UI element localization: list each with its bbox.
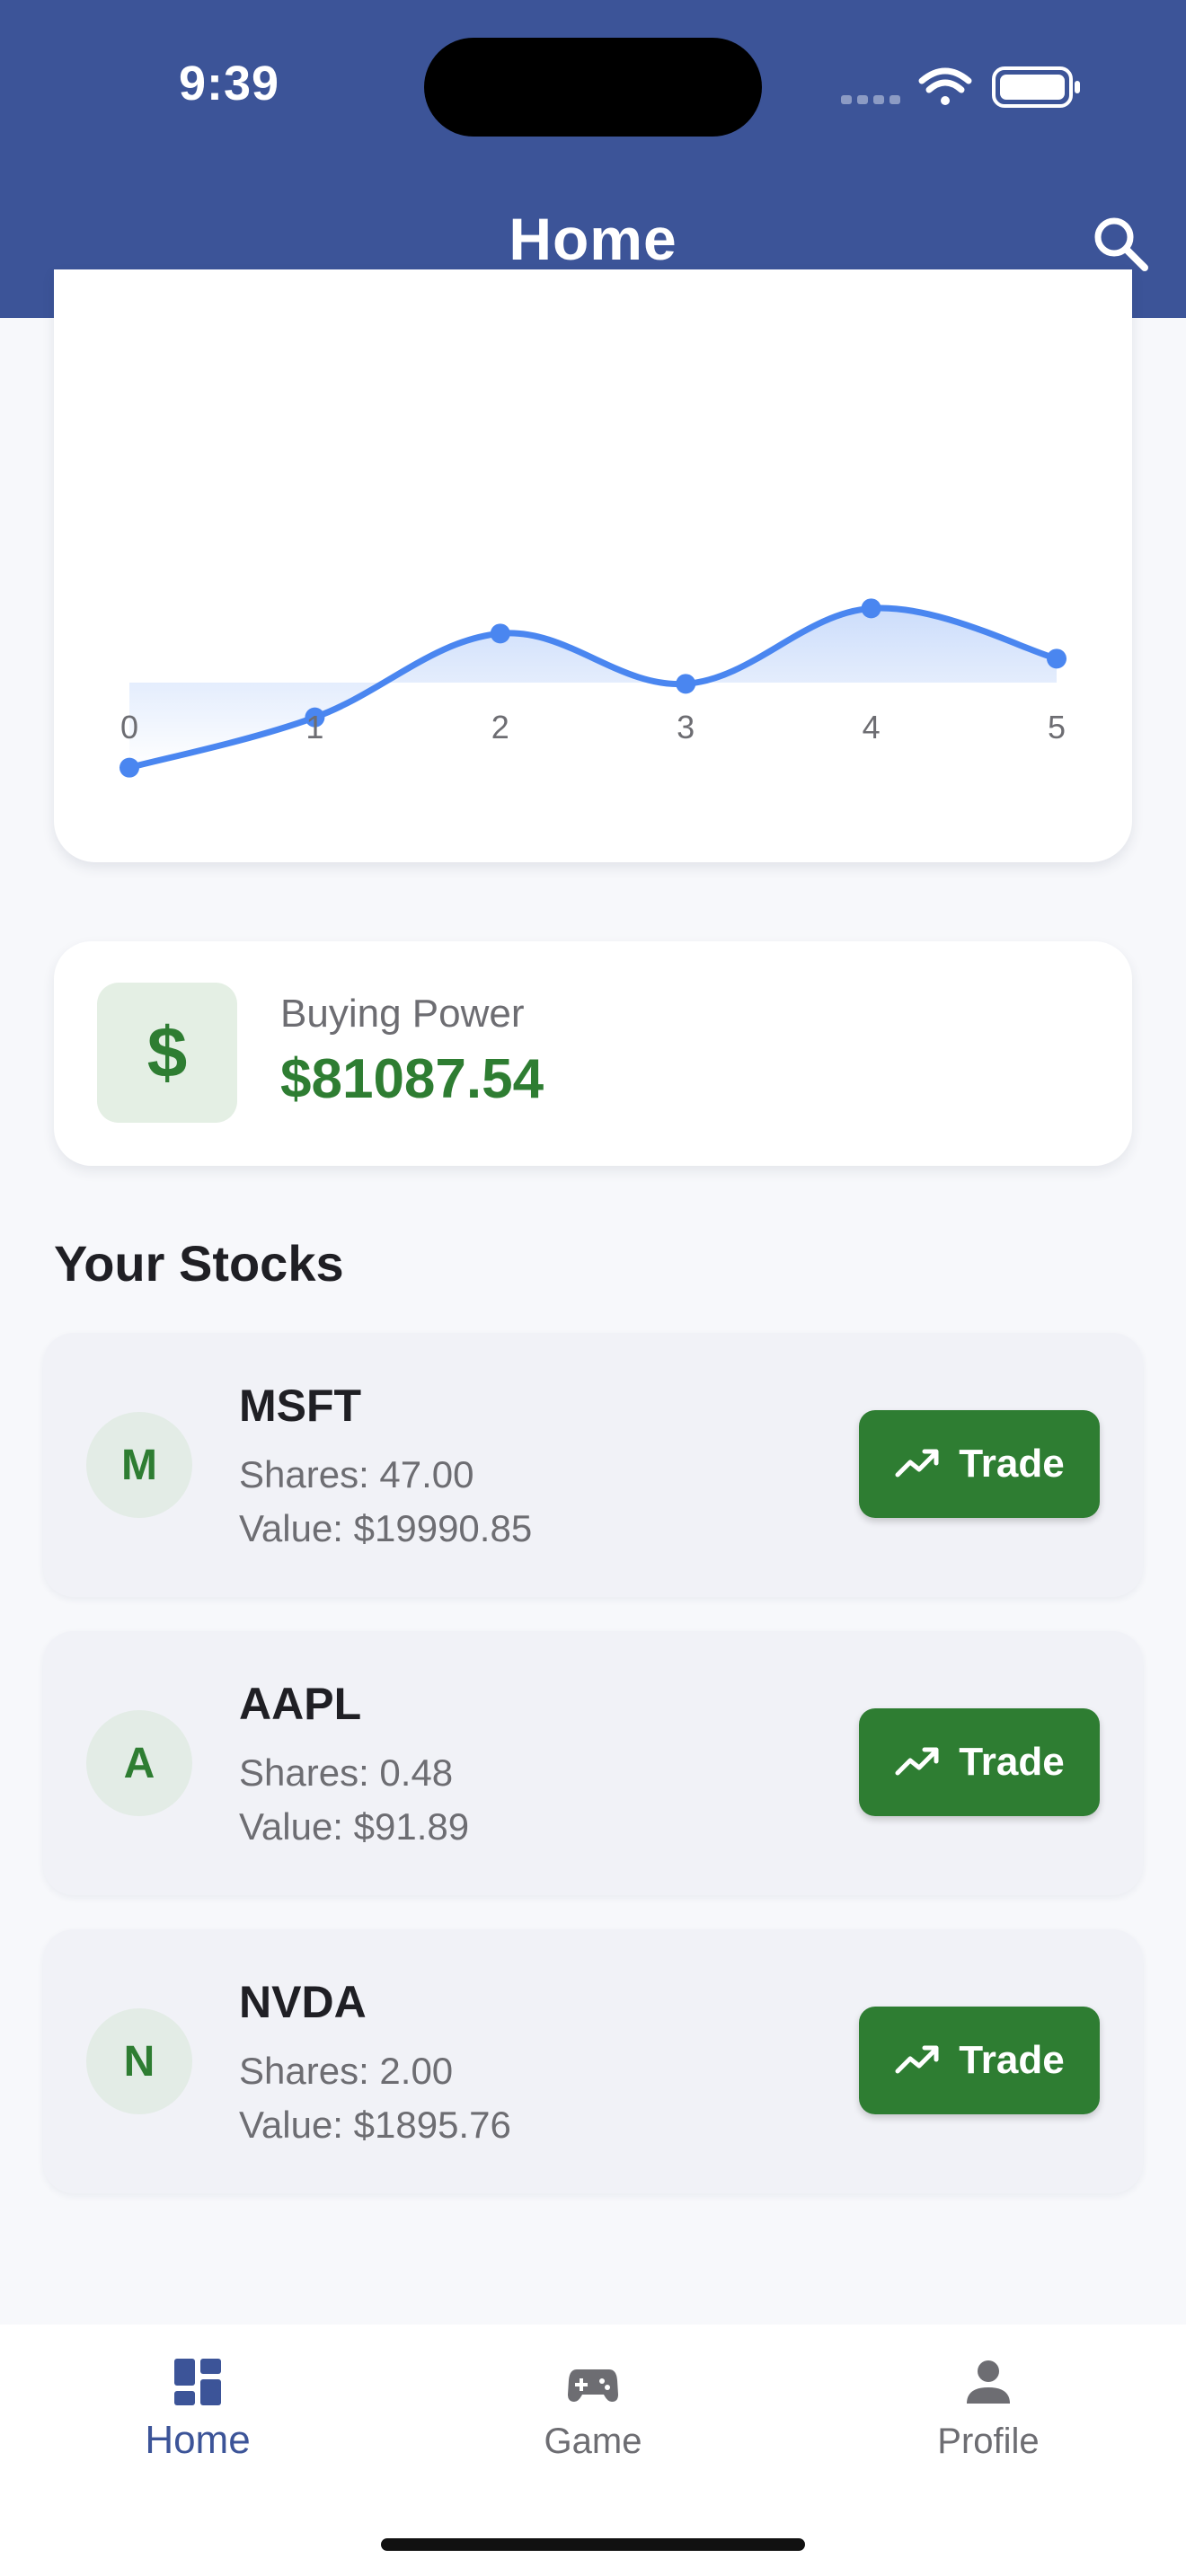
status-time: 9:39	[178, 57, 280, 110]
portfolio-line-chart: 0 1 2 3 4 5	[119, 598, 1067, 778]
wifi-icon	[918, 67, 972, 105]
trade-button-nvda[interactable]: Trade	[859, 2007, 1100, 2114]
dollar-icon: $	[97, 983, 237, 1123]
your-stocks-heading: Your Stocks	[54, 1235, 344, 1292]
chart-point-3	[676, 674, 696, 694]
chart-x-tick-label: 4	[863, 709, 881, 745]
nav-label-home: Home	[145, 2418, 251, 2462]
home-indicator	[381, 2538, 805, 2551]
stock-shares: Shares: 0.48	[239, 1751, 454, 1794]
stock-symbol: MSFT	[239, 1381, 362, 1431]
chart-x-tick-label: 2	[491, 709, 509, 745]
nav-item-profile[interactable]: Profile	[791, 2325, 1186, 2504]
portfolio-chart-card: 0 1 2 3 4 5	[54, 269, 1132, 862]
search-icon[interactable]	[1089, 212, 1152, 275]
status-icons	[841, 66, 1080, 108]
stock-shares: Shares: 47.00	[239, 1453, 474, 1495]
trade-button-label: Trade	[959, 1740, 1065, 1784]
nav-label-profile: Profile	[937, 2422, 1040, 2461]
buying-power-label: Buying Power	[280, 992, 525, 1036]
stock-card-msft: M MSFT Shares: 47.00 Value: $19990.85 Tr…	[43, 1333, 1143, 1597]
stock-value: Value: $91.89	[239, 1805, 470, 1848]
trending-up-icon	[895, 1449, 939, 1478]
stock-value: Value: $19990.85	[239, 1507, 533, 1549]
gamepad-icon	[568, 2369, 618, 2402]
buying-power-card: $ Buying Power $81087.54	[54, 941, 1132, 1166]
trade-button-msft[interactable]: Trade	[859, 1410, 1100, 1518]
chart-point-4	[861, 598, 881, 619]
chart-area-fill	[129, 607, 1057, 768]
stock-shares: Shares: 2.00	[239, 2050, 454, 2092]
stock-avatar: N	[86, 2008, 192, 2114]
page-title: Home	[509, 206, 677, 272]
chart-point-2	[490, 623, 510, 644]
chart-x-tick-label: 1	[305, 709, 323, 745]
trade-button-aapl[interactable]: Trade	[859, 1708, 1100, 1816]
chart-x-tick-label: 0	[120, 709, 138, 745]
dynamic-island	[424, 38, 762, 137]
stock-symbol: AAPL	[239, 1679, 362, 1729]
chart-point-5	[1047, 648, 1067, 669]
buying-power-value: $81087.54	[280, 1048, 544, 1110]
battery-icon	[992, 66, 1080, 108]
stock-avatar: A	[86, 1710, 192, 1816]
stock-avatar: M	[86, 1412, 192, 1518]
person-icon	[967, 2360, 1010, 2404]
trade-button-label: Trade	[959, 1442, 1065, 1486]
stock-value: Value: $1895.76	[239, 2104, 511, 2146]
dashboard-icon	[174, 2359, 221, 2405]
chart-x-tick-label: 3	[677, 709, 695, 745]
nav-item-home[interactable]: Home	[0, 2325, 395, 2504]
stock-symbol: NVDA	[239, 1977, 367, 2027]
trending-up-icon	[895, 2045, 939, 2074]
stock-card-aapl: A AAPL Shares: 0.48 Value: $91.89 Trade	[43, 1631, 1143, 1895]
nav-item-game[interactable]: Game	[395, 2325, 791, 2504]
stock-card-nvda: N NVDA Shares: 2.00 Value: $1895.76 Trad…	[43, 1929, 1143, 2193]
trending-up-icon	[895, 1747, 939, 1776]
nav-label-game: Game	[544, 2422, 642, 2461]
chart-point-0	[119, 757, 139, 778]
chart-x-tick-label: 5	[1048, 709, 1066, 745]
trade-button-label: Trade	[959, 2038, 1065, 2082]
cellular-signal-icon	[841, 95, 900, 104]
